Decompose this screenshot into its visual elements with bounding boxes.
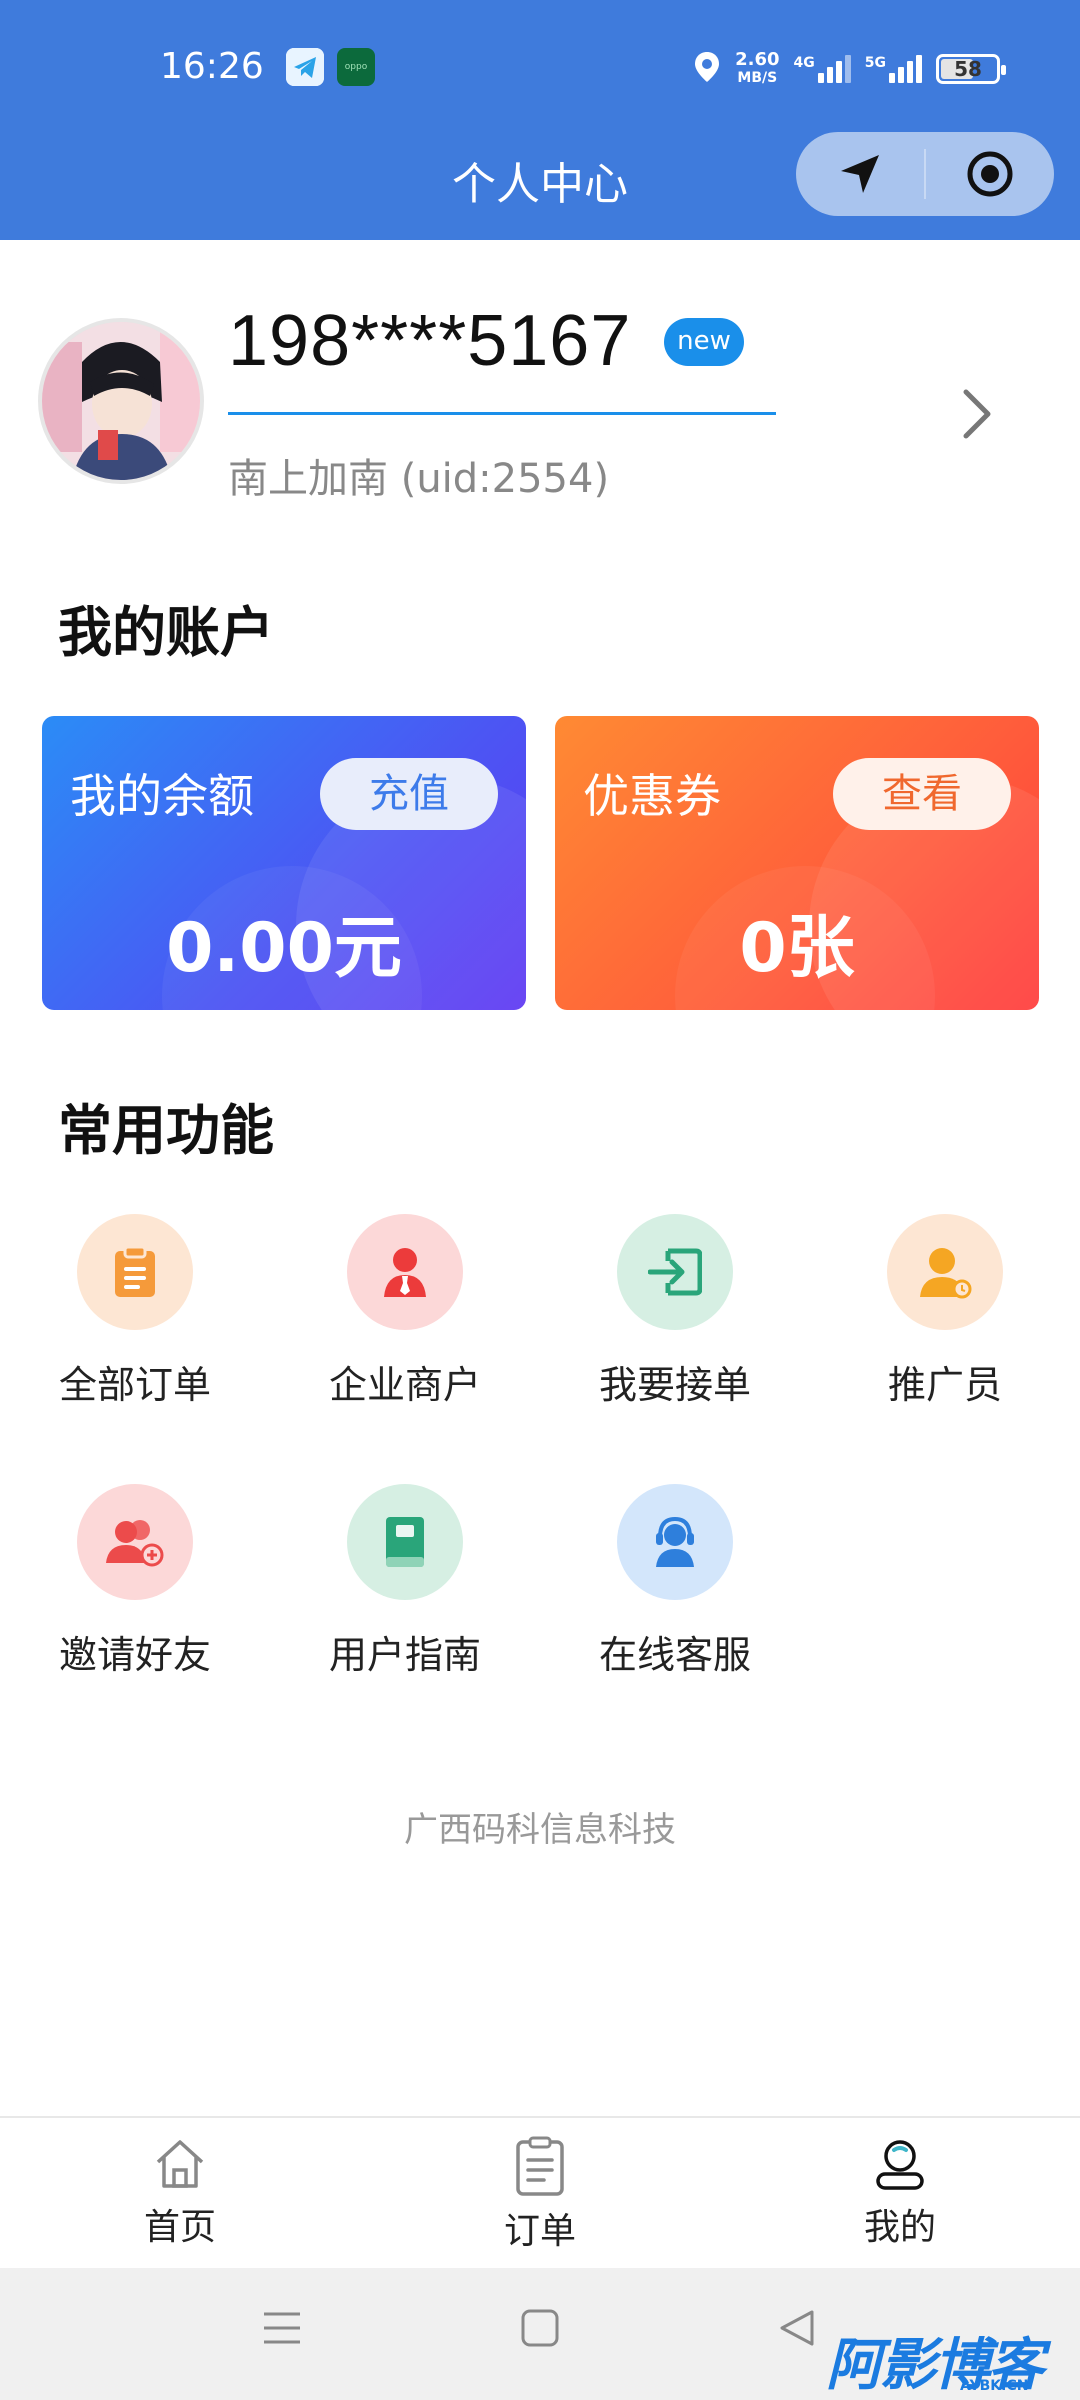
navigation-arrow-icon: [841, 155, 879, 193]
network-speed: 2.60 MB/S: [735, 51, 779, 87]
invite-users-icon: [106, 1520, 164, 1567]
tab-label: 首页: [143, 2207, 216, 2248]
function-icon-circle: [887, 1214, 1003, 1330]
function-invite-friends[interactable]: 邀请好友: [35, 1484, 235, 1679]
close-mini-program-button[interactable]: [926, 132, 1054, 216]
location-share-button[interactable]: [796, 132, 924, 216]
avatar[interactable]: [38, 318, 204, 484]
login-box-icon: [648, 1248, 702, 1296]
tab-label: 我的: [863, 2207, 936, 2248]
battery-icon: 58: [936, 54, 1006, 84]
home-icon: [156, 2140, 204, 2188]
function-label: 用户指南: [328, 1633, 481, 1677]
promoter-icon: [920, 1248, 972, 1299]
tab-mine[interactable]: 我的: [720, 2118, 1080, 2268]
tab-home[interactable]: 首页: [0, 2118, 360, 2268]
coupon-value: 0张: [739, 909, 855, 988]
function-icon-circle: [617, 1484, 733, 1600]
target-icon: [967, 151, 1013, 197]
function-label: 邀请好友: [58, 1633, 211, 1677]
home-square-icon[interactable]: [520, 2308, 560, 2352]
function-label: 全部订单: [58, 1363, 211, 1407]
function-icon-circle: [617, 1214, 733, 1330]
signal-4g-label: 4G: [793, 55, 815, 71]
order-list-icon: [516, 2136, 564, 2196]
network-speed-value: 2.60: [735, 49, 780, 70]
account-section-title: 我的账户: [58, 601, 274, 664]
username: 南上加南 (uid:2554): [228, 456, 610, 502]
balance-value: 0.00元: [166, 909, 402, 988]
network-speed-unit: MB/S: [737, 70, 778, 86]
coupon-label: 优惠券: [583, 769, 721, 823]
new-badge: new: [664, 318, 744, 366]
function-business-merchant[interactable]: 企业商户: [305, 1214, 505, 1409]
status-bar: 16:26 oppo 2.60 MB/S 4G 5G 58: [0, 40, 1080, 96]
function-all-orders[interactable]: 全部订单: [35, 1214, 235, 1409]
view-coupons-button[interactable]: 查看: [833, 758, 1011, 830]
battery-level: 58: [954, 57, 982, 81]
status-indicators: 2.60 MB/S 4G 5G 58: [693, 46, 1006, 92]
balance-label: 我的余额: [70, 769, 254, 823]
mini-program-capsule: [796, 132, 1054, 216]
location-icon: [693, 50, 721, 88]
tab-orders[interactable]: 订单: [360, 2118, 720, 2268]
user-icon: [876, 2140, 924, 2190]
back-triangle-icon[interactable]: [778, 2308, 818, 2352]
company-footer: 广西码科信息科技: [404, 1810, 676, 1850]
phone-underline: [228, 412, 776, 415]
tab-bar: 首页 订单 我的: [0, 2116, 1080, 2268]
book-icon: [386, 1517, 424, 1567]
balance-card[interactable]: 我的余额 充值 0.00元: [42, 716, 526, 1010]
functions-section-title: 常用功能: [58, 1099, 274, 1162]
coupon-card[interactable]: 优惠券 查看 0张: [555, 716, 1039, 1010]
function-label: 推广员: [887, 1363, 1002, 1407]
menu-icon[interactable]: [262, 2308, 302, 2352]
signal-5g-label: 5G: [864, 55, 886, 71]
function-icon-circle: [347, 1214, 463, 1330]
clipboard-icon: [115, 1245, 155, 1297]
avatar-image: [42, 322, 200, 480]
watermark-subtext: AYBK.CN: [960, 2378, 1029, 2394]
status-time: 16:26: [160, 46, 264, 87]
function-icon-circle: [77, 1214, 193, 1330]
recharge-button[interactable]: 充值: [320, 758, 498, 830]
telegram-notification-icon: [286, 48, 324, 86]
signal-5g-icon: 5G: [865, 55, 922, 83]
oppo-notification-icon: oppo: [337, 48, 375, 86]
function-label: 企业商户: [328, 1363, 481, 1407]
tab-label: 订单: [503, 2211, 576, 2252]
function-label: 我要接单: [598, 1363, 751, 1407]
function-user-guide[interactable]: 用户指南: [305, 1484, 505, 1679]
phone-number: 198****5167: [228, 301, 632, 381]
business-person-icon: [384, 1248, 426, 1297]
signal-4g-icon: 4G: [794, 55, 851, 83]
function-label: 在线客服: [598, 1633, 751, 1677]
chevron-right-icon[interactable]: [960, 386, 996, 446]
header: 16:26 oppo 2.60 MB/S 4G 5G 58 个人中心: [0, 0, 1080, 240]
function-promoter[interactable]: 推广员: [845, 1214, 1045, 1409]
function-icon-circle: [77, 1484, 193, 1600]
headset-icon: [656, 1516, 694, 1567]
function-take-orders[interactable]: 我要接单: [575, 1214, 775, 1409]
function-icon-circle: [347, 1484, 463, 1600]
function-online-service[interactable]: 在线客服: [575, 1484, 775, 1679]
